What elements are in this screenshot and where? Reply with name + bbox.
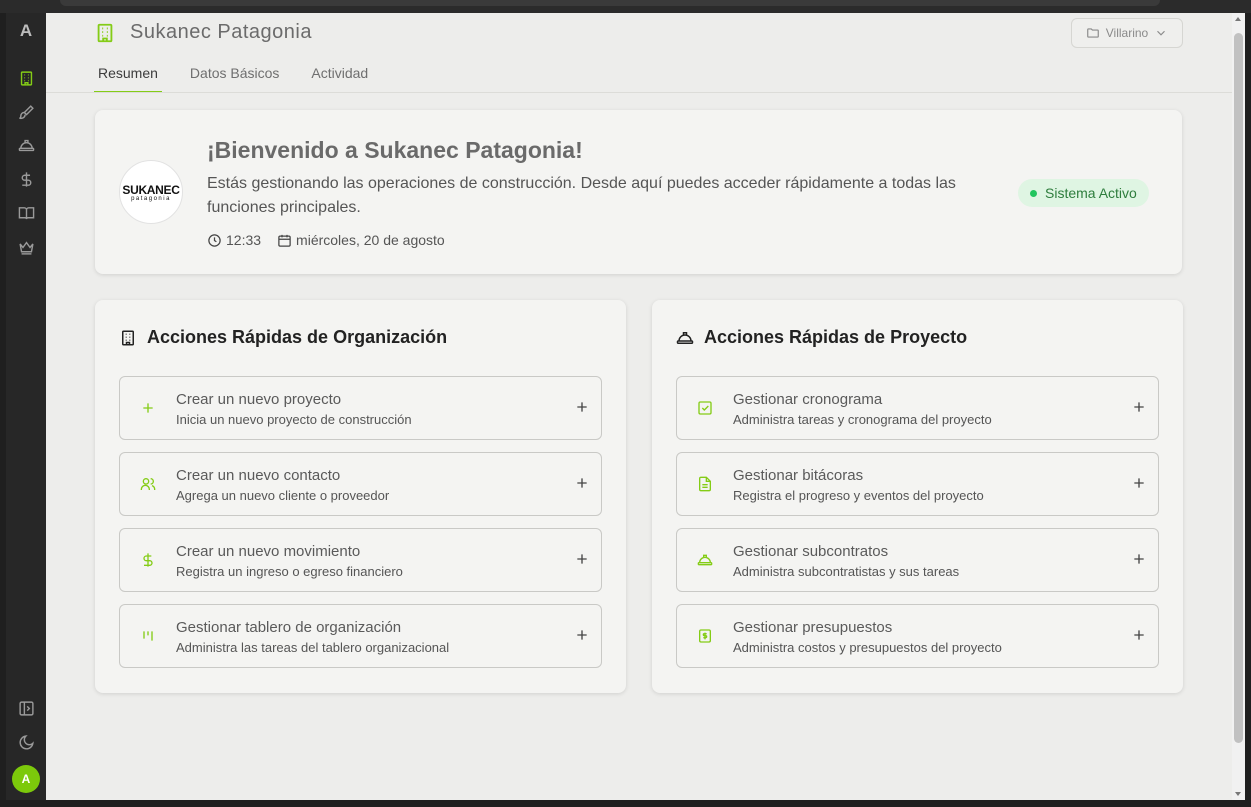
page-header: Sukanec Patagonia [94, 21, 312, 44]
manage-budgets-action[interactable]: Gestionar presupuestos Administra costos… [676, 604, 1159, 668]
scroll-up-arrow-icon[interactable] [1235, 17, 1241, 21]
add-icon [1131, 399, 1147, 415]
current-time: 12:33 [226, 232, 262, 248]
users-icon [140, 476, 156, 492]
organization-logo-line1: SUKANEC [122, 182, 180, 197]
building-icon[interactable] [16, 68, 36, 88]
dollar-icon[interactable] [16, 169, 36, 189]
book-icon[interactable] [16, 203, 36, 223]
welcome-title: ¡Bienvenido a Sukanec Patagonia! [207, 137, 583, 163]
add-icon [574, 551, 590, 567]
calendar-icon [278, 234, 291, 247]
manage-schedule-action[interactable]: Gestionar cronograma Administra tareas y… [676, 376, 1159, 440]
org-panel-title-text: Acciones Rápidas de Organización [147, 327, 448, 347]
action-subtitle: Inicia un nuevo proyecto de construcción [176, 412, 412, 427]
welcome-card: SUKANEC patagonia ¡Bienvenido a Sukanec … [95, 110, 1182, 274]
add-icon [574, 627, 590, 643]
organization-logo-line2: patagonia [131, 195, 171, 202]
scrollbar[interactable] [1232, 13, 1245, 800]
address-bar[interactable] [60, 0, 1160, 6]
action-title: Gestionar cronograma [733, 391, 883, 408]
window-edge-bottom [0, 800, 1251, 807]
action-subtitle: Administra subcontratistas y sus tareas [733, 564, 960, 579]
add-icon [1131, 627, 1147, 643]
welcome-description: Estás gestionando las operaciones de con… [207, 175, 956, 216]
add-icon [1131, 475, 1147, 491]
create-movement-action[interactable]: Crear un nuevo movimiento Registra un in… [119, 528, 602, 592]
hard-hat-icon [697, 552, 713, 568]
dollar-icon [140, 552, 156, 568]
project-panel-title-text: Acciones Rápidas de Proyecto [704, 327, 968, 347]
hard-hat-icon [676, 331, 694, 344]
status-label: Sistema Activo [1045, 185, 1137, 201]
action-subtitle: Administra costos y presupuestos del pro… [733, 640, 1002, 655]
file-text-icon [697, 476, 713, 492]
add-icon [1131, 551, 1147, 567]
organization-logo: SUKANEC patagonia [119, 160, 183, 224]
action-subtitle: Registra un ingreso o egreso financiero [176, 564, 403, 579]
action-subtitle: Agrega un nuevo cliente o proveedor [176, 488, 390, 503]
tab-actividad[interactable]: Actividad [307, 61, 372, 93]
moon-icon[interactable] [16, 732, 36, 752]
tab-bar: Resumen Datos Básicos Actividad [94, 61, 396, 93]
window-edge [1245, 13, 1251, 800]
welcome-meta: 12:33 miércoles, 20 de agosto [207, 232, 445, 248]
brush-icon[interactable] [16, 102, 36, 122]
folder-icon [1086, 28, 1099, 38]
app-logo[interactable]: A [6, 21, 46, 41]
action-subtitle: Registra el progreso y eventos del proye… [733, 488, 984, 503]
status-badge: Sistema Activo [1018, 179, 1149, 207]
tab-divider [46, 92, 1232, 93]
action-title: Gestionar subcontratos [733, 543, 889, 560]
action-title: Gestionar tablero de organización [176, 619, 402, 636]
receipt-dollar-icon [697, 628, 713, 644]
browser-top-strip [0, 0, 1251, 13]
add-icon [574, 475, 590, 491]
action-subtitle: Administra las tareas del tablero organi… [176, 640, 450, 655]
action-subtitle: Administra tareas y cronograma del proye… [733, 412, 992, 427]
building-icon [97, 23, 113, 42]
scroll-down-arrow-icon[interactable] [1235, 792, 1241, 796]
crown-icon[interactable] [16, 237, 36, 257]
create-project-action[interactable]: Crear un nuevo proyecto Inicia un nuevo … [119, 376, 602, 440]
page-title: Sukanec Patagonia [130, 21, 312, 43]
manage-subcontracts-action[interactable]: Gestionar subcontratos Administra subcon… [676, 528, 1159, 592]
kanban-icon [140, 628, 156, 644]
chevron-down-icon [1157, 30, 1166, 36]
add-icon [574, 399, 590, 415]
clock-icon [208, 233, 221, 247]
project-panel-title: Acciones Rápidas de Proyecto [676, 327, 967, 348]
manage-org-board-action[interactable]: Gestionar tablero de organización Admini… [119, 604, 602, 668]
sidebar: A A [6, 13, 46, 800]
panel-toggle-icon[interactable] [16, 698, 36, 718]
building-icon [122, 330, 134, 345]
org-panel-title: Acciones Rápidas de Organización [119, 327, 447, 348]
organization-select-value: Villarino [1105, 26, 1149, 40]
plus-icon [140, 400, 156, 416]
organization-select[interactable]: Villarino [1071, 18, 1183, 48]
calendar-check-icon [697, 400, 713, 416]
action-title: Crear un nuevo proyecto [176, 391, 342, 408]
org-quick-actions-panel: Acciones Rápidas de Organización Crear u… [95, 300, 626, 693]
avatar[interactable]: A [12, 765, 40, 793]
manage-logs-action[interactable]: Gestionar bitácoras Registra el progreso… [676, 452, 1159, 516]
status-dot-icon [1030, 189, 1037, 197]
action-title: Gestionar presupuestos [733, 619, 893, 636]
action-title: Gestionar bitácoras [733, 467, 864, 484]
tab-resumen[interactable]: Resumen [94, 61, 162, 93]
tab-datos-basicos[interactable]: Datos Básicos [186, 61, 283, 93]
action-title: Crear un nuevo contacto [176, 467, 341, 484]
current-date: miércoles, 20 de agosto [296, 232, 445, 248]
scrollbar-thumb[interactable] [1234, 33, 1243, 743]
project-quick-actions-panel: Acciones Rápidas de Proyecto Gestionar c… [652, 300, 1183, 693]
hard-hat-icon[interactable] [16, 135, 36, 155]
action-title: Crear un nuevo movimiento [176, 543, 361, 560]
create-contact-action[interactable]: Crear un nuevo contacto Agrega un nuevo … [119, 452, 602, 516]
main-content: Sukanec Patagonia Villarino Resumen Dato… [46, 13, 1232, 800]
